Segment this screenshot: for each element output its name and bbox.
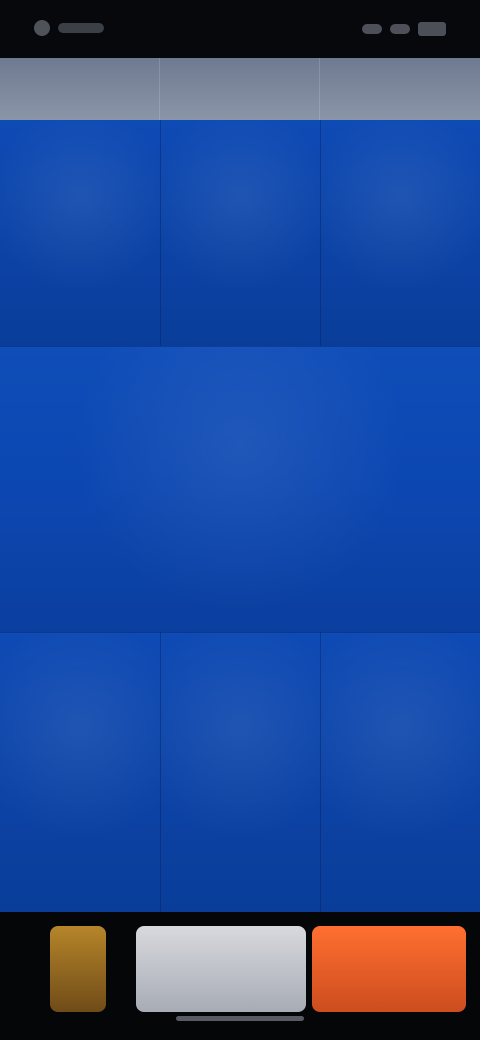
- tile-top-right[interactable]: [320, 120, 480, 346]
- tile-top-left[interactable]: [0, 120, 160, 346]
- tile-grid: [0, 120, 480, 912]
- grid-divider-top-1: [160, 120, 161, 346]
- tile-bottom-left[interactable]: [0, 632, 160, 912]
- bottom-app-tile-left[interactable]: [50, 926, 106, 1012]
- status-bar: [0, 0, 480, 58]
- signal-icon: [362, 24, 382, 34]
- wifi-icon: [390, 24, 410, 34]
- header-cell-1[interactable]: [0, 58, 160, 120]
- bottom-app-tile-right[interactable]: [312, 926, 466, 1012]
- tile-middle[interactable]: [0, 346, 480, 632]
- status-icon: [34, 20, 50, 36]
- header-cell-3[interactable]: [320, 58, 480, 120]
- tile-bottom-center[interactable]: [160, 632, 320, 912]
- top-header: [0, 58, 480, 120]
- battery-icon: [418, 22, 446, 36]
- status-time: [58, 23, 104, 33]
- grid-divider-top-2: [320, 120, 321, 346]
- status-left: [34, 16, 110, 40]
- status-right: [350, 18, 446, 40]
- home-indicator[interactable]: [176, 1016, 304, 1021]
- bottom-app-tile-center[interactable]: [136, 926, 306, 1012]
- grid-divider-mid-top: [0, 346, 480, 347]
- header-cell-2[interactable]: [160, 58, 320, 120]
- grid-divider-bottom-1: [160, 632, 161, 912]
- grid-divider-mid-bottom: [0, 632, 480, 633]
- tile-bottom-right[interactable]: [320, 632, 480, 912]
- grid-divider-bottom-2: [320, 632, 321, 912]
- tile-top-center[interactable]: [160, 120, 320, 346]
